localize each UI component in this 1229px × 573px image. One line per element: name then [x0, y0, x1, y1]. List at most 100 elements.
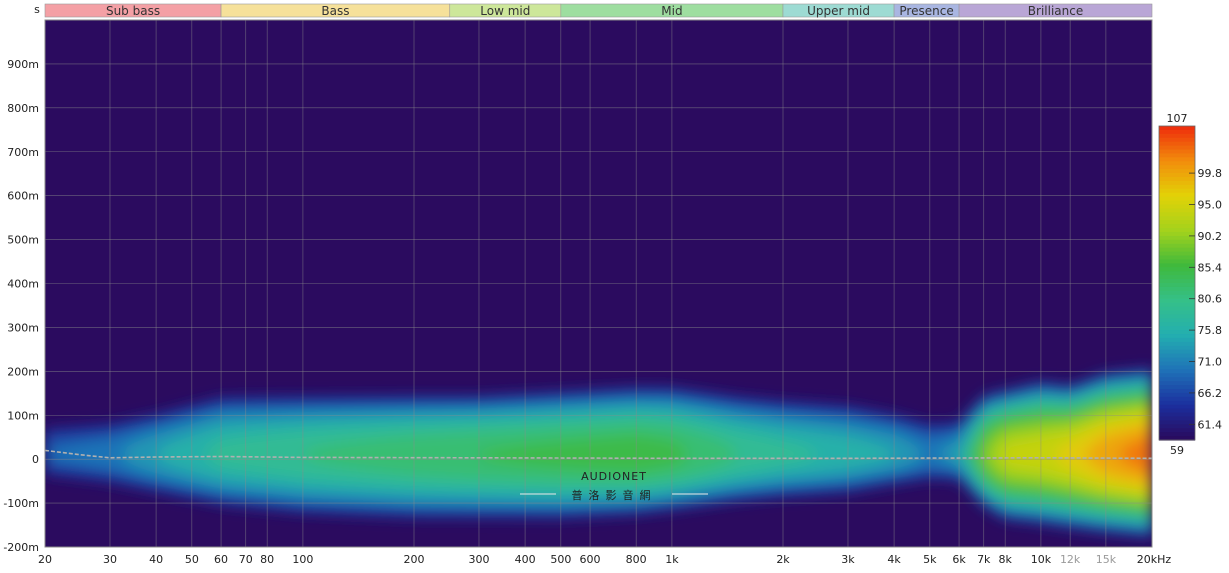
colorbar-segment: [1159, 385, 1195, 390]
x-tick-5k: 5k: [923, 553, 937, 566]
y-tick-300m: 300m: [7, 321, 39, 334]
spectrogram-chart: Sub bass Bass Low mid Mid Upper mid Presence B…: [3, 3, 1223, 566]
colorbar-segment: [1159, 212, 1195, 217]
colorbar-segment: [1159, 251, 1195, 257]
colorbar-tick-75-8: 75.8: [1198, 324, 1223, 337]
colorbar-segment: [1159, 228, 1195, 233]
watermark-title: AUDIONET: [581, 470, 647, 483]
colorbar-segment: [1159, 235, 1195, 241]
colorbar-segment: [1159, 345, 1195, 351]
colorbar-segment: [1159, 279, 1195, 284]
colorbar-segment: [1159, 381, 1195, 386]
colorbar-segment: [1159, 243, 1195, 249]
colorbar-segment: [1159, 208, 1195, 213]
x-tick-7k: 7k: [977, 553, 991, 566]
colorbar-segment: [1159, 428, 1195, 433]
colorbar-segment: [1159, 165, 1195, 170]
band-label-brilliance: Brilliance: [1028, 4, 1083, 18]
band-label-mid: Mid: [661, 4, 682, 18]
x-tick-400: 400: [515, 553, 536, 566]
colorbar-segment: [1159, 184, 1195, 190]
x-tick-70: 70: [239, 553, 253, 566]
colorbar-tick-71-0: 71.0: [1198, 356, 1223, 369]
band-label-low-mid: Low mid: [480, 4, 530, 18]
y-tick-800m: 800m: [7, 102, 39, 115]
colorbar-segment: [1159, 196, 1195, 202]
x-tick-12k: 12k: [1060, 553, 1081, 566]
colorbar-tick-85-4: 85.4: [1198, 261, 1223, 274]
band-label-sub-bass: Sub bass: [106, 4, 160, 18]
colorbar-tick-99-8: 99.8: [1198, 167, 1223, 180]
x-tick-100: 100: [292, 553, 313, 566]
watermark-subtitle: 普洛影音網: [572, 488, 657, 502]
colorbar-tick-66-2: 66.2: [1198, 387, 1223, 400]
x-tick-800: 800: [626, 553, 647, 566]
colorbar-segment: [1159, 396, 1195, 402]
colorbar-segment: [1159, 271, 1195, 276]
colorbar-segment: [1159, 192, 1195, 198]
x-tick-80: 80: [260, 553, 274, 566]
colorbar-segment: [1159, 306, 1195, 312]
colorbar-segment: [1159, 330, 1195, 335]
x-tick-2k: 2k: [776, 553, 790, 566]
x-tick-40: 40: [149, 553, 163, 566]
colorbar-segment: [1159, 353, 1195, 359]
colorbar-segment: [1159, 153, 1195, 158]
y-tick-100m: 100m: [7, 409, 39, 422]
x-tick-1k: 1k: [665, 553, 679, 566]
y-tick-200m: -200m: [3, 541, 39, 554]
colorbar-segment: [1159, 318, 1195, 323]
x-tick-20khz: 20kHz: [1137, 553, 1172, 566]
level-colorbar: 107 59 99.8 95.0 90.2 85.4 80.6 75.8 71.0 66.2 61.…: [1158, 112, 1223, 457]
colorbar-segment: [1159, 310, 1195, 315]
colorbar-segment: [1159, 322, 1195, 327]
colorbar-segment: [1159, 361, 1195, 367]
frequency-band-bar: Sub bass Bass Low mid Mid Upper mid Presence B…: [44, 3, 1153, 18]
colorbar-segment: [1159, 204, 1195, 210]
band-label-upper-mid: Upper mid: [807, 4, 870, 18]
x-tick-600: 600: [580, 553, 601, 566]
band-label-bass: Bass: [321, 4, 349, 18]
y-tick-200m: 200m: [7, 365, 39, 378]
colorbar-segment: [1159, 173, 1195, 178]
colorbar-tick-61-4: 61.4: [1198, 418, 1223, 431]
colorbar-segment: [1159, 255, 1195, 261]
colorbar-min-label: 59: [1170, 444, 1184, 457]
x-tick-50: 50: [185, 553, 199, 566]
colorbar-segment: [1159, 129, 1195, 135]
x-tick-8k: 8k: [998, 553, 1012, 566]
colorbar-segment: [1159, 216, 1195, 221]
x-tick-20: 20: [38, 553, 52, 566]
colorbar-segment: [1159, 404, 1195, 410]
colorbar-segment: [1159, 247, 1195, 253]
colorbar-segment: [1159, 145, 1195, 151]
x-tick-15k: 15k: [1096, 553, 1117, 566]
colorbar-tick-80-6: 80.6: [1198, 293, 1223, 306]
colorbar-segment: [1159, 369, 1195, 374]
x-tick-4k: 4k: [887, 553, 901, 566]
colorbar-segment: [1159, 337, 1195, 343]
colorbar-segment: [1159, 259, 1195, 264]
colorbar-segment: [1159, 126, 1195, 131]
colorbar-segment: [1159, 137, 1195, 143]
colorbar-segment: [1159, 188, 1195, 194]
colorbar-segment: [1159, 341, 1195, 347]
colorbar-segment: [1159, 157, 1195, 162]
band-label-presence: Presence: [899, 4, 953, 18]
colorbar-segment: [1159, 334, 1195, 339]
colorbar-segment: [1159, 267, 1195, 272]
colorbar-segment: [1159, 349, 1195, 355]
colorbar-segment: [1159, 180, 1195, 186]
colorbar-max-label: 107: [1167, 112, 1188, 125]
colorbar-segment: [1159, 177, 1195, 182]
colorbar-segment: [1159, 133, 1195, 139]
colorbar-segment: [1159, 373, 1195, 378]
colorbar-tick-95-0: 95.0: [1198, 199, 1223, 212]
x-tick-200: 200: [404, 553, 425, 566]
colorbar-segment: [1159, 220, 1195, 225]
x-tick-10k: 10k: [1031, 553, 1052, 566]
colorbar-segment: [1159, 239, 1195, 245]
colorbar-segment: [1159, 416, 1195, 421]
y-tick-600m: 600m: [7, 190, 39, 203]
colorbar-segment: [1159, 298, 1195, 304]
